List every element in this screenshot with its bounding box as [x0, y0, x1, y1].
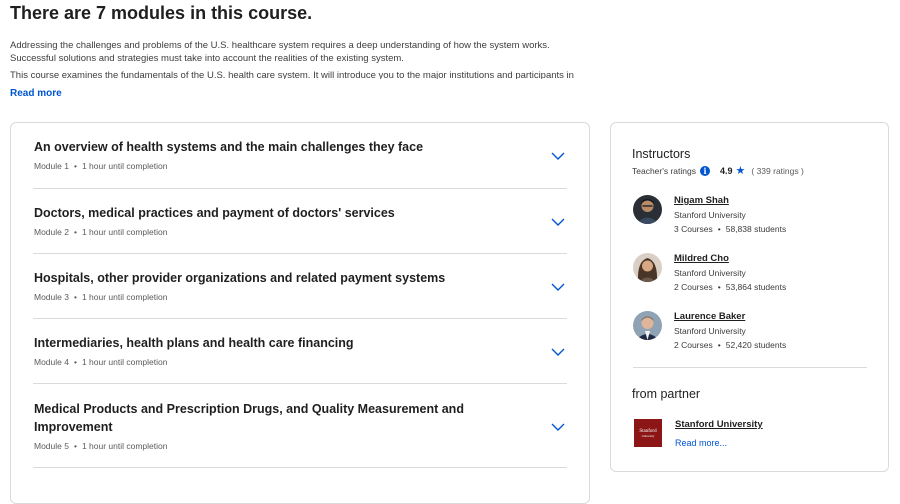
info-icon[interactable]: i: [700, 166, 710, 176]
avatar[interactable]: [633, 195, 662, 224]
module-meta: Module 2 • 1 hour until completion: [34, 227, 167, 237]
separator-dot: •: [717, 224, 721, 234]
module-title: Medical Products and Prescription Drugs,…: [34, 402, 464, 434]
stanford-logo[interactable]: Stanford University: [634, 419, 662, 447]
module-number: Module 5: [34, 441, 69, 451]
module-number: Module 1: [34, 161, 69, 171]
partner-name-link[interactable]: Stanford University: [675, 419, 763, 430]
instructor-item: Laurence Baker Stanford University 2 Cou…: [633, 311, 873, 357]
partner-read-more-link[interactable]: Read more...: [675, 438, 727, 449]
instructor-name[interactable]: Nigam Shah: [674, 195, 729, 206]
avatar[interactable]: [633, 253, 662, 282]
separator-dot: •: [73, 227, 77, 237]
instructors-card: Instructors Teacher's ratings i 4.9 ★ ( …: [610, 122, 889, 472]
instructor-stats: 2 Courses • 53,864 students: [674, 282, 786, 292]
module-item-3[interactable]: Hospitals, other provider organizations …: [33, 264, 567, 319]
chevron-down-icon[interactable]: [551, 151, 565, 161]
course-description: Addressing the challenges and problems o…: [10, 39, 590, 79]
partner-heading: from partner: [632, 387, 701, 401]
module-duration: 1 hour until completion: [81, 161, 168, 171]
chevron-down-icon[interactable]: [551, 282, 565, 292]
module-number: Module 3: [34, 292, 69, 302]
chevron-down-icon[interactable]: [551, 422, 565, 432]
rating-value: 4.9: [720, 166, 733, 176]
module-duration: 1 hour until completion: [81, 292, 168, 302]
module-title: Intermediaries, health plans and health …: [34, 336, 354, 350]
instructor-students: 52,420 students: [725, 340, 787, 350]
description-paragraph: Addressing the challenges and problems o…: [10, 40, 550, 64]
module-item-2[interactable]: Doctors, medical practices and payment o…: [33, 199, 567, 254]
instructor-students: 58,838 students: [725, 224, 787, 234]
module-title: An overview of health systems and the ma…: [34, 140, 424, 154]
modules-list: An overview of health systems and the ma…: [10, 122, 590, 504]
rating-count: ( 339 ratings ): [751, 166, 804, 176]
module-number: Module 4: [34, 357, 69, 367]
module-meta: Module 5 • 1 hour until completion: [34, 441, 167, 451]
module-item-1[interactable]: An overview of health systems and the ma…: [33, 133, 567, 189]
instructor-students: 53,864 students: [725, 282, 787, 292]
instructor-courses: 2 Courses: [674, 282, 713, 292]
module-title: Hospitals, other provider organizations …: [34, 271, 446, 285]
read-more-link[interactable]: Read more: [10, 88, 62, 100]
separator-dot: •: [73, 161, 77, 171]
instructor-name[interactable]: Mildred Cho: [674, 253, 729, 264]
module-title: Doctors, medical practices and payment o…: [34, 206, 395, 220]
module-duration: 1 hour until completion: [81, 357, 168, 367]
star-icon: ★: [735, 165, 746, 177]
module-item-5[interactable]: Medical Products and Prescription Drugs,…: [33, 395, 567, 468]
instructor-courses: 2 Courses: [674, 340, 713, 350]
separator-dot: •: [73, 357, 77, 367]
instructors-heading: Instructors: [632, 147, 691, 161]
divider: [633, 367, 867, 368]
instructor-courses: 3 Courses: [674, 224, 713, 234]
instructor-name[interactable]: Laurence Baker: [674, 311, 745, 322]
instructor-org: Stanford University: [674, 268, 746, 278]
teacher-ratings: Teacher's ratings i 4.9 ★ ( 339 ratings …: [632, 164, 804, 178]
module-meta: Module 4 • 1 hour until completion: [34, 357, 167, 367]
instructor-stats: 3 Courses • 58,838 students: [674, 224, 786, 234]
instructor-item: Mildred Cho Stanford University 2 Course…: [633, 253, 873, 299]
instructor-org: Stanford University: [674, 210, 746, 220]
instructor-item: Nigam Shah Stanford University 3 Courses…: [633, 195, 873, 241]
ratings-label: Teacher's ratings: [632, 166, 696, 176]
module-meta: Module 3 • 1 hour until completion: [34, 292, 167, 302]
module-meta: Module 1 • 1 hour until completion: [34, 161, 167, 171]
separator-dot: •: [73, 441, 77, 451]
module-item-4[interactable]: Intermediaries, health plans and health …: [33, 329, 567, 384]
instructor-stats: 2 Courses • 52,420 students: [674, 340, 786, 350]
module-duration: 1 hour until completion: [81, 441, 168, 451]
description-paragraph: This course examines the fundamentals of…: [10, 70, 574, 79]
separator-dot: •: [717, 340, 721, 350]
separator-dot: •: [73, 292, 77, 302]
module-number: Module 2: [34, 227, 69, 237]
avatar[interactable]: [633, 311, 662, 340]
module-duration: 1 hour until completion: [81, 227, 168, 237]
instructor-org: Stanford University: [674, 326, 746, 336]
separator-dot: •: [717, 282, 721, 292]
page-title: There are 7 modules in this course.: [10, 3, 313, 23]
chevron-down-icon[interactable]: [551, 217, 565, 227]
chevron-down-icon[interactable]: [551, 347, 565, 357]
